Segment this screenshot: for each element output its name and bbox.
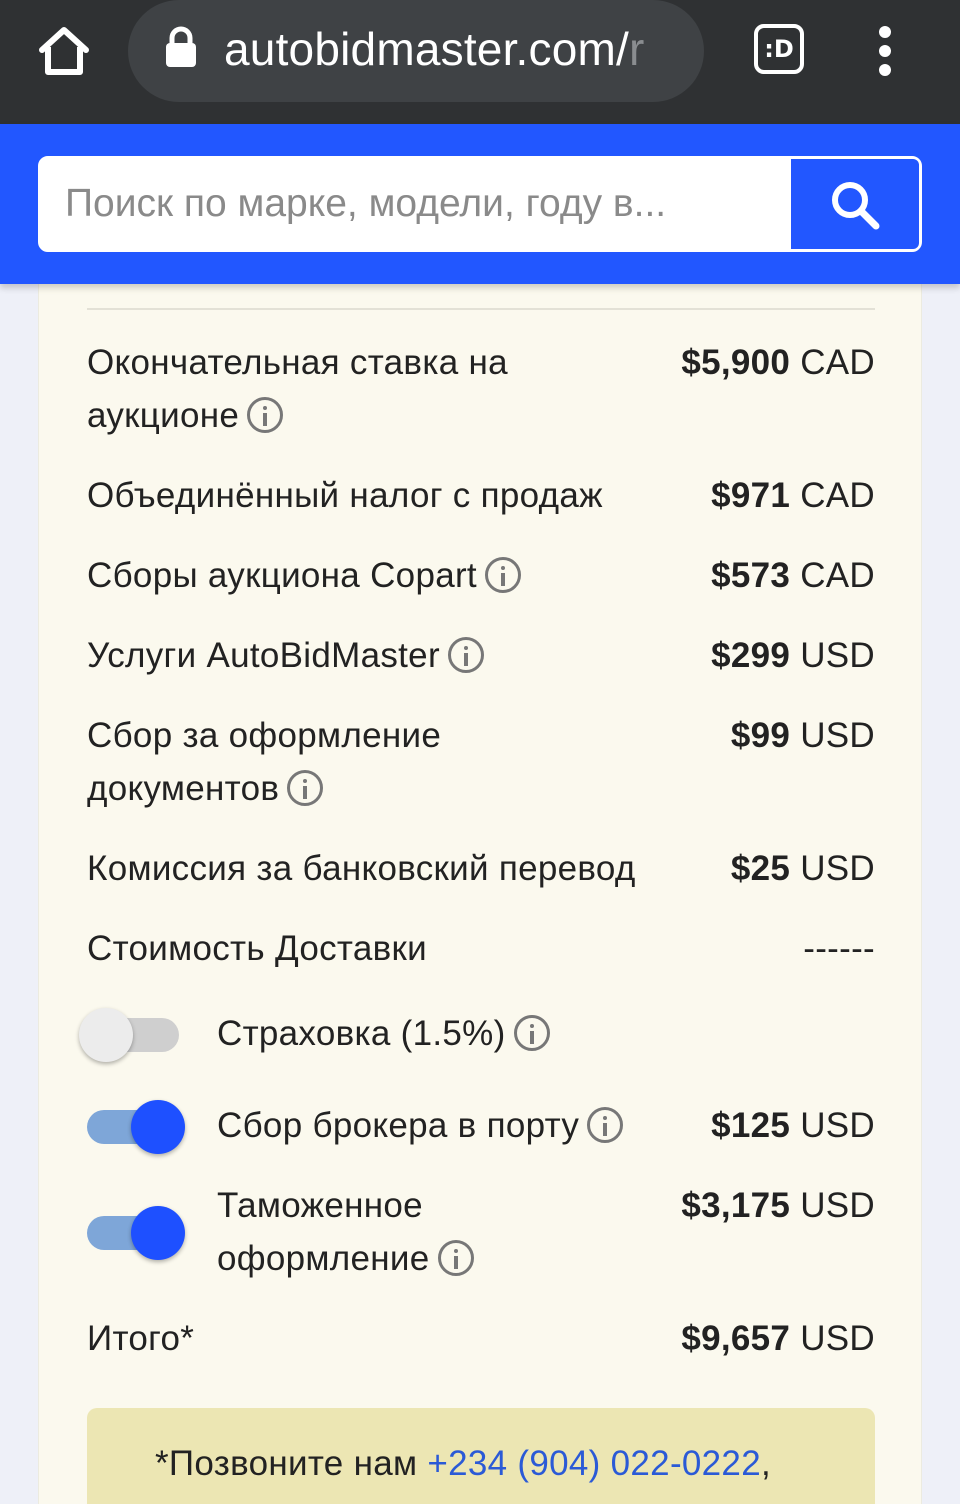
address-bar[interactable]: autobidmaster.com/r bbox=[128, 0, 704, 102]
port-broker-toggle[interactable] bbox=[87, 1096, 187, 1156]
cost-label: Объединённый налог с продаж bbox=[87, 476, 603, 515]
option-row-customs: Таможенное оформление $3,175 USD bbox=[87, 1176, 875, 1286]
lock-icon bbox=[164, 26, 198, 68]
cost-amount: $299 bbox=[711, 636, 791, 675]
info-icon[interactable] bbox=[484, 557, 521, 593]
option-label: Таможенное оформление bbox=[217, 1186, 430, 1278]
info-icon[interactable] bbox=[437, 1240, 474, 1276]
note-suffix: , bbox=[760, 1444, 771, 1483]
phone-link[interactable]: +234 (904) 022-0222 bbox=[427, 1444, 761, 1483]
cost-row-shipping: Стоимость Доставки ------ bbox=[87, 922, 875, 975]
cost-row-documentation-fee: Сбор за оформление документов $99 USD bbox=[87, 709, 875, 815]
total-label: Итого* bbox=[87, 1319, 195, 1358]
search-header bbox=[0, 124, 960, 284]
cost-currency: CAD bbox=[800, 476, 875, 515]
home-icon[interactable] bbox=[34, 22, 94, 82]
cost-amount: $99 bbox=[730, 716, 791, 755]
option-row-insurance: Страховка (1.5%) bbox=[79, 1004, 875, 1064]
cost-currency: USD bbox=[800, 849, 875, 888]
cost-row-sales-tax: Объединённый налог с продаж $971 CAD bbox=[87, 469, 875, 522]
info-icon[interactable] bbox=[587, 1107, 624, 1143]
info-icon[interactable] bbox=[247, 397, 284, 433]
search-box bbox=[38, 156, 922, 252]
cost-label: Окончательная ставка на аукционе bbox=[87, 343, 508, 435]
cost-currency: USD bbox=[800, 636, 875, 675]
cost-row-copart-fees: Сборы аукциона Copart $573 CAD bbox=[87, 549, 875, 602]
option-currency: USD bbox=[800, 1106, 875, 1145]
url-text: autobidmaster.com/r bbox=[224, 22, 645, 76]
info-icon[interactable] bbox=[287, 770, 324, 806]
search-icon bbox=[832, 182, 880, 230]
cost-row-final-bid: Окончательная ставка на аукционе $5,900 … bbox=[87, 336, 875, 442]
total-row: Итого* $9,657 USD bbox=[87, 1312, 875, 1365]
option-amount: $3,175 bbox=[681, 1186, 791, 1225]
search-button[interactable] bbox=[791, 159, 919, 249]
cost-amount: $25 bbox=[730, 849, 791, 888]
search-input[interactable] bbox=[65, 159, 785, 249]
note-prefix: *Позвоните нам bbox=[155, 1444, 428, 1483]
browser-toolbar: autobidmaster.com/r :D bbox=[0, 0, 960, 124]
option-amount: $125 bbox=[711, 1106, 791, 1145]
cost-label: Сборы аукциона Copart bbox=[87, 556, 477, 595]
cost-currency: CAD bbox=[800, 343, 875, 382]
cost-row-autobidmaster-services: Услуги AutoBidMaster $299 USD bbox=[87, 629, 875, 682]
call-us-note: *Позвоните нам +234 (904) 022-0222, bbox=[87, 1408, 875, 1504]
option-label: Страховка (1.5%) bbox=[217, 1014, 506, 1053]
option-currency: USD bbox=[800, 1186, 875, 1225]
cost-currency: CAD bbox=[800, 556, 875, 595]
cost-currency: USD bbox=[800, 716, 875, 755]
total-currency: USD bbox=[800, 1319, 875, 1358]
url-fade: r bbox=[629, 23, 645, 75]
cost-label: Услуги AutoBidMaster bbox=[87, 636, 440, 675]
total-amount: $9,657 bbox=[681, 1319, 791, 1358]
info-icon[interactable] bbox=[447, 637, 484, 673]
cost-calculator-card: Окончательная ставка на аукционе $5,900 … bbox=[38, 284, 922, 1504]
cost-amount: $573 bbox=[711, 556, 791, 595]
divider bbox=[87, 308, 875, 310]
url-main: autobidmaster.com/ bbox=[224, 23, 630, 75]
cost-amount: $971 bbox=[711, 476, 791, 515]
cost-label: Стоимость Доставки bbox=[87, 929, 427, 968]
insurance-toggle[interactable] bbox=[79, 1004, 187, 1064]
more-menu-icon[interactable] bbox=[872, 26, 898, 76]
tab-switcher-button[interactable]: :D bbox=[754, 24, 804, 74]
cost-amount: $5,900 bbox=[681, 343, 791, 382]
cost-label: Сбор за оформление документов bbox=[87, 716, 442, 808]
option-label: Сбор брокера в порту bbox=[217, 1106, 580, 1145]
option-row-port-broker: Сбор брокера в порту $125 USD bbox=[87, 1096, 875, 1156]
cost-label: Комиссия за банковский перевод bbox=[87, 849, 636, 888]
cost-amount: ------ bbox=[803, 929, 875, 968]
cost-row-bank-transfer: Комиссия за банковский перевод $25 USD bbox=[87, 842, 875, 895]
customs-toggle[interactable] bbox=[87, 1202, 187, 1262]
info-icon[interactable] bbox=[513, 1015, 550, 1051]
